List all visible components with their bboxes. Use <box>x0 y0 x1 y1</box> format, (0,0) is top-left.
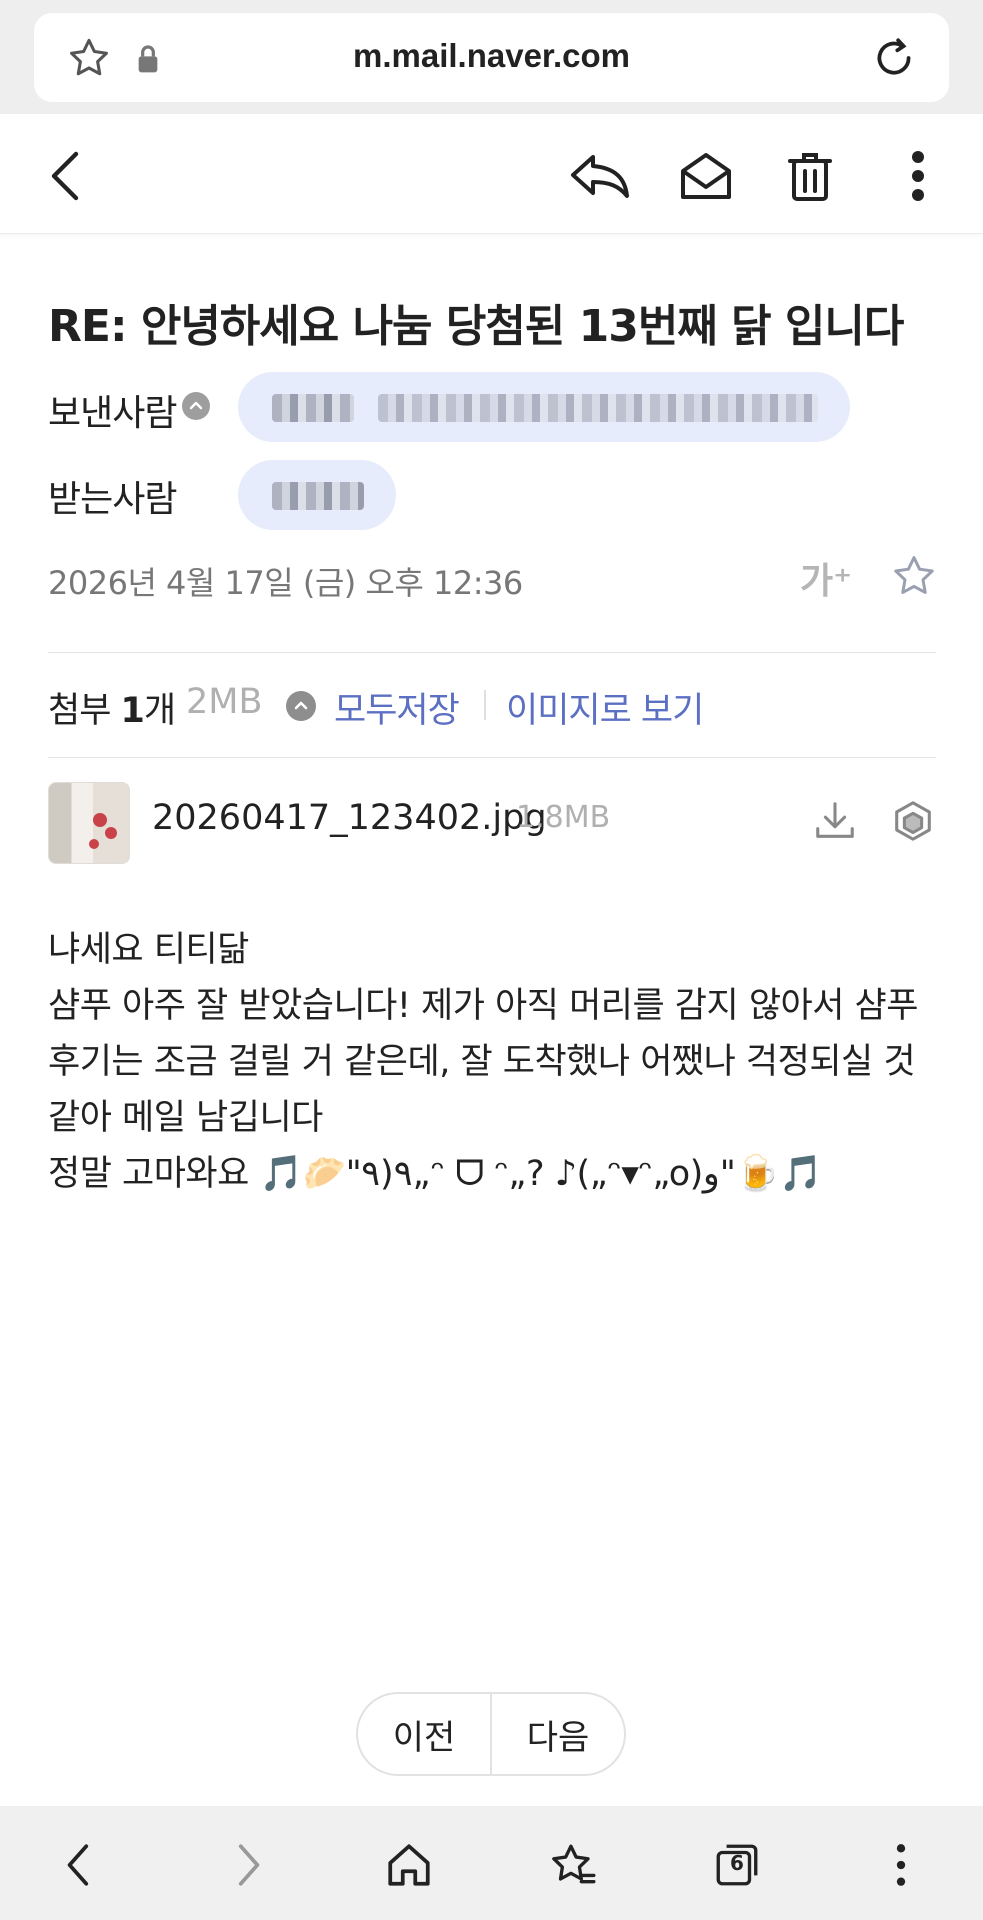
divider <box>48 652 936 653</box>
divider <box>484 690 486 720</box>
mail-pager: 이전 다음 <box>356 1692 626 1776</box>
mail-subject: RE: 안녕하세요 나눔 당첨된 13번째 닭 입니다 <box>48 301 904 352</box>
browser-forward-icon[interactable] <box>222 1840 272 1890</box>
tab-count: 6 <box>730 1851 744 1875</box>
browser-bottom-nav: 6 <box>0 1806 983 1920</box>
more-vertical-icon <box>912 151 924 201</box>
reload-icon[interactable] <box>869 33 919 83</box>
sender-expand-icon[interactable] <box>182 392 210 420</box>
reply-icon <box>571 155 629 198</box>
back-button[interactable] <box>34 144 98 208</box>
mail-body: 냐세요 티티닮 샴푸 아주 잘 받았습니다! 제가 아직 머리를 감지 않아서 … <box>48 922 938 1202</box>
trash-icon <box>788 153 832 201</box>
body-line: 샴푸 아주 잘 받았습니다! 제가 아직 머리를 감지 않아서 샴푸 <box>48 986 918 1026</box>
attachment-count: 첨부 1개 <box>48 682 176 733</box>
attachment-thumbnail[interactable] <box>48 782 130 864</box>
download-icon[interactable] <box>812 798 858 844</box>
reply-button[interactable] <box>568 144 632 208</box>
font-size-button[interactable]: 가⁺ <box>800 552 852 604</box>
delete-button[interactable] <box>778 144 842 208</box>
attachment-file-name[interactable]: 20260417_123402.jpg <box>152 798 547 838</box>
mail-date: 2026년 4월 17일 (금) 오후 12:36 <box>48 564 523 602</box>
browser-back-icon[interactable] <box>55 1840 105 1890</box>
save-all-link[interactable]: 모두저장 <box>334 682 460 733</box>
redacted-recipient <box>272 482 364 510</box>
body-line: 후기는 조금 걸릴 거 같은데, 잘 도착했나 어쨌나 걱정되실 것 <box>48 1042 916 1082</box>
attachment-collapse-icon[interactable] <box>286 691 316 721</box>
body-line: 같아 메일 남깁니다 <box>48 1098 323 1138</box>
attachment-count-number: 1 <box>120 691 145 731</box>
thumbnail-detail <box>105 827 117 839</box>
browser-menu-icon[interactable] <box>876 1840 926 1890</box>
recipient-chip[interactable] <box>238 460 396 530</box>
redacted-sender <box>272 394 354 422</box>
next-mail-button[interactable]: 다음 <box>492 1694 624 1774</box>
chevron-left-icon <box>51 151 79 201</box>
attachment-file-size: 1.8MB <box>516 800 611 835</box>
view-as-image-link[interactable]: 이미지로 보기 <box>506 682 704 733</box>
more-options-button[interactable] <box>886 144 950 208</box>
tabs-button[interactable]: 6 <box>712 1840 762 1890</box>
sender-label: 보낸사람 <box>48 393 177 434</box>
home-icon[interactable] <box>384 1840 434 1890</box>
redacted-sender-email <box>378 394 818 422</box>
previous-mail-button[interactable]: 이전 <box>358 1694 492 1774</box>
thumbnail-detail <box>93 813 107 827</box>
attachment-label-suffix: 개 <box>143 691 176 731</box>
url-text[interactable]: m.mail.naver.com <box>34 37 949 75</box>
open-envelope-icon <box>681 153 731 199</box>
bookmarks-icon[interactable] <box>548 1840 598 1890</box>
cloud-save-box-icon[interactable] <box>890 798 936 844</box>
body-line: 냐세요 티티닮 <box>48 930 249 970</box>
browser-toolbar: m.mail.naver.com <box>0 0 983 114</box>
sender-chip[interactable] <box>238 372 850 442</box>
mark-unread-button[interactable] <box>674 144 738 208</box>
star-icon[interactable] <box>890 552 938 600</box>
mail-header-bar <box>0 114 983 234</box>
thumbnail-detail <box>89 839 99 849</box>
attachment-label-prefix: 첨부 <box>48 691 121 731</box>
recipient-label: 받는사람 <box>48 479 177 520</box>
address-bar[interactable]: m.mail.naver.com <box>34 13 949 102</box>
attachment-total-size: 2MB <box>186 682 263 722</box>
body-line: 정말 고마와요 🎵🥟"٩(٩„ᵔ ᗜ ᵔ„? ♪(„ᵔ▾ᵔ„o)و"🍺🎵 <box>48 1154 824 1194</box>
divider <box>48 757 936 758</box>
